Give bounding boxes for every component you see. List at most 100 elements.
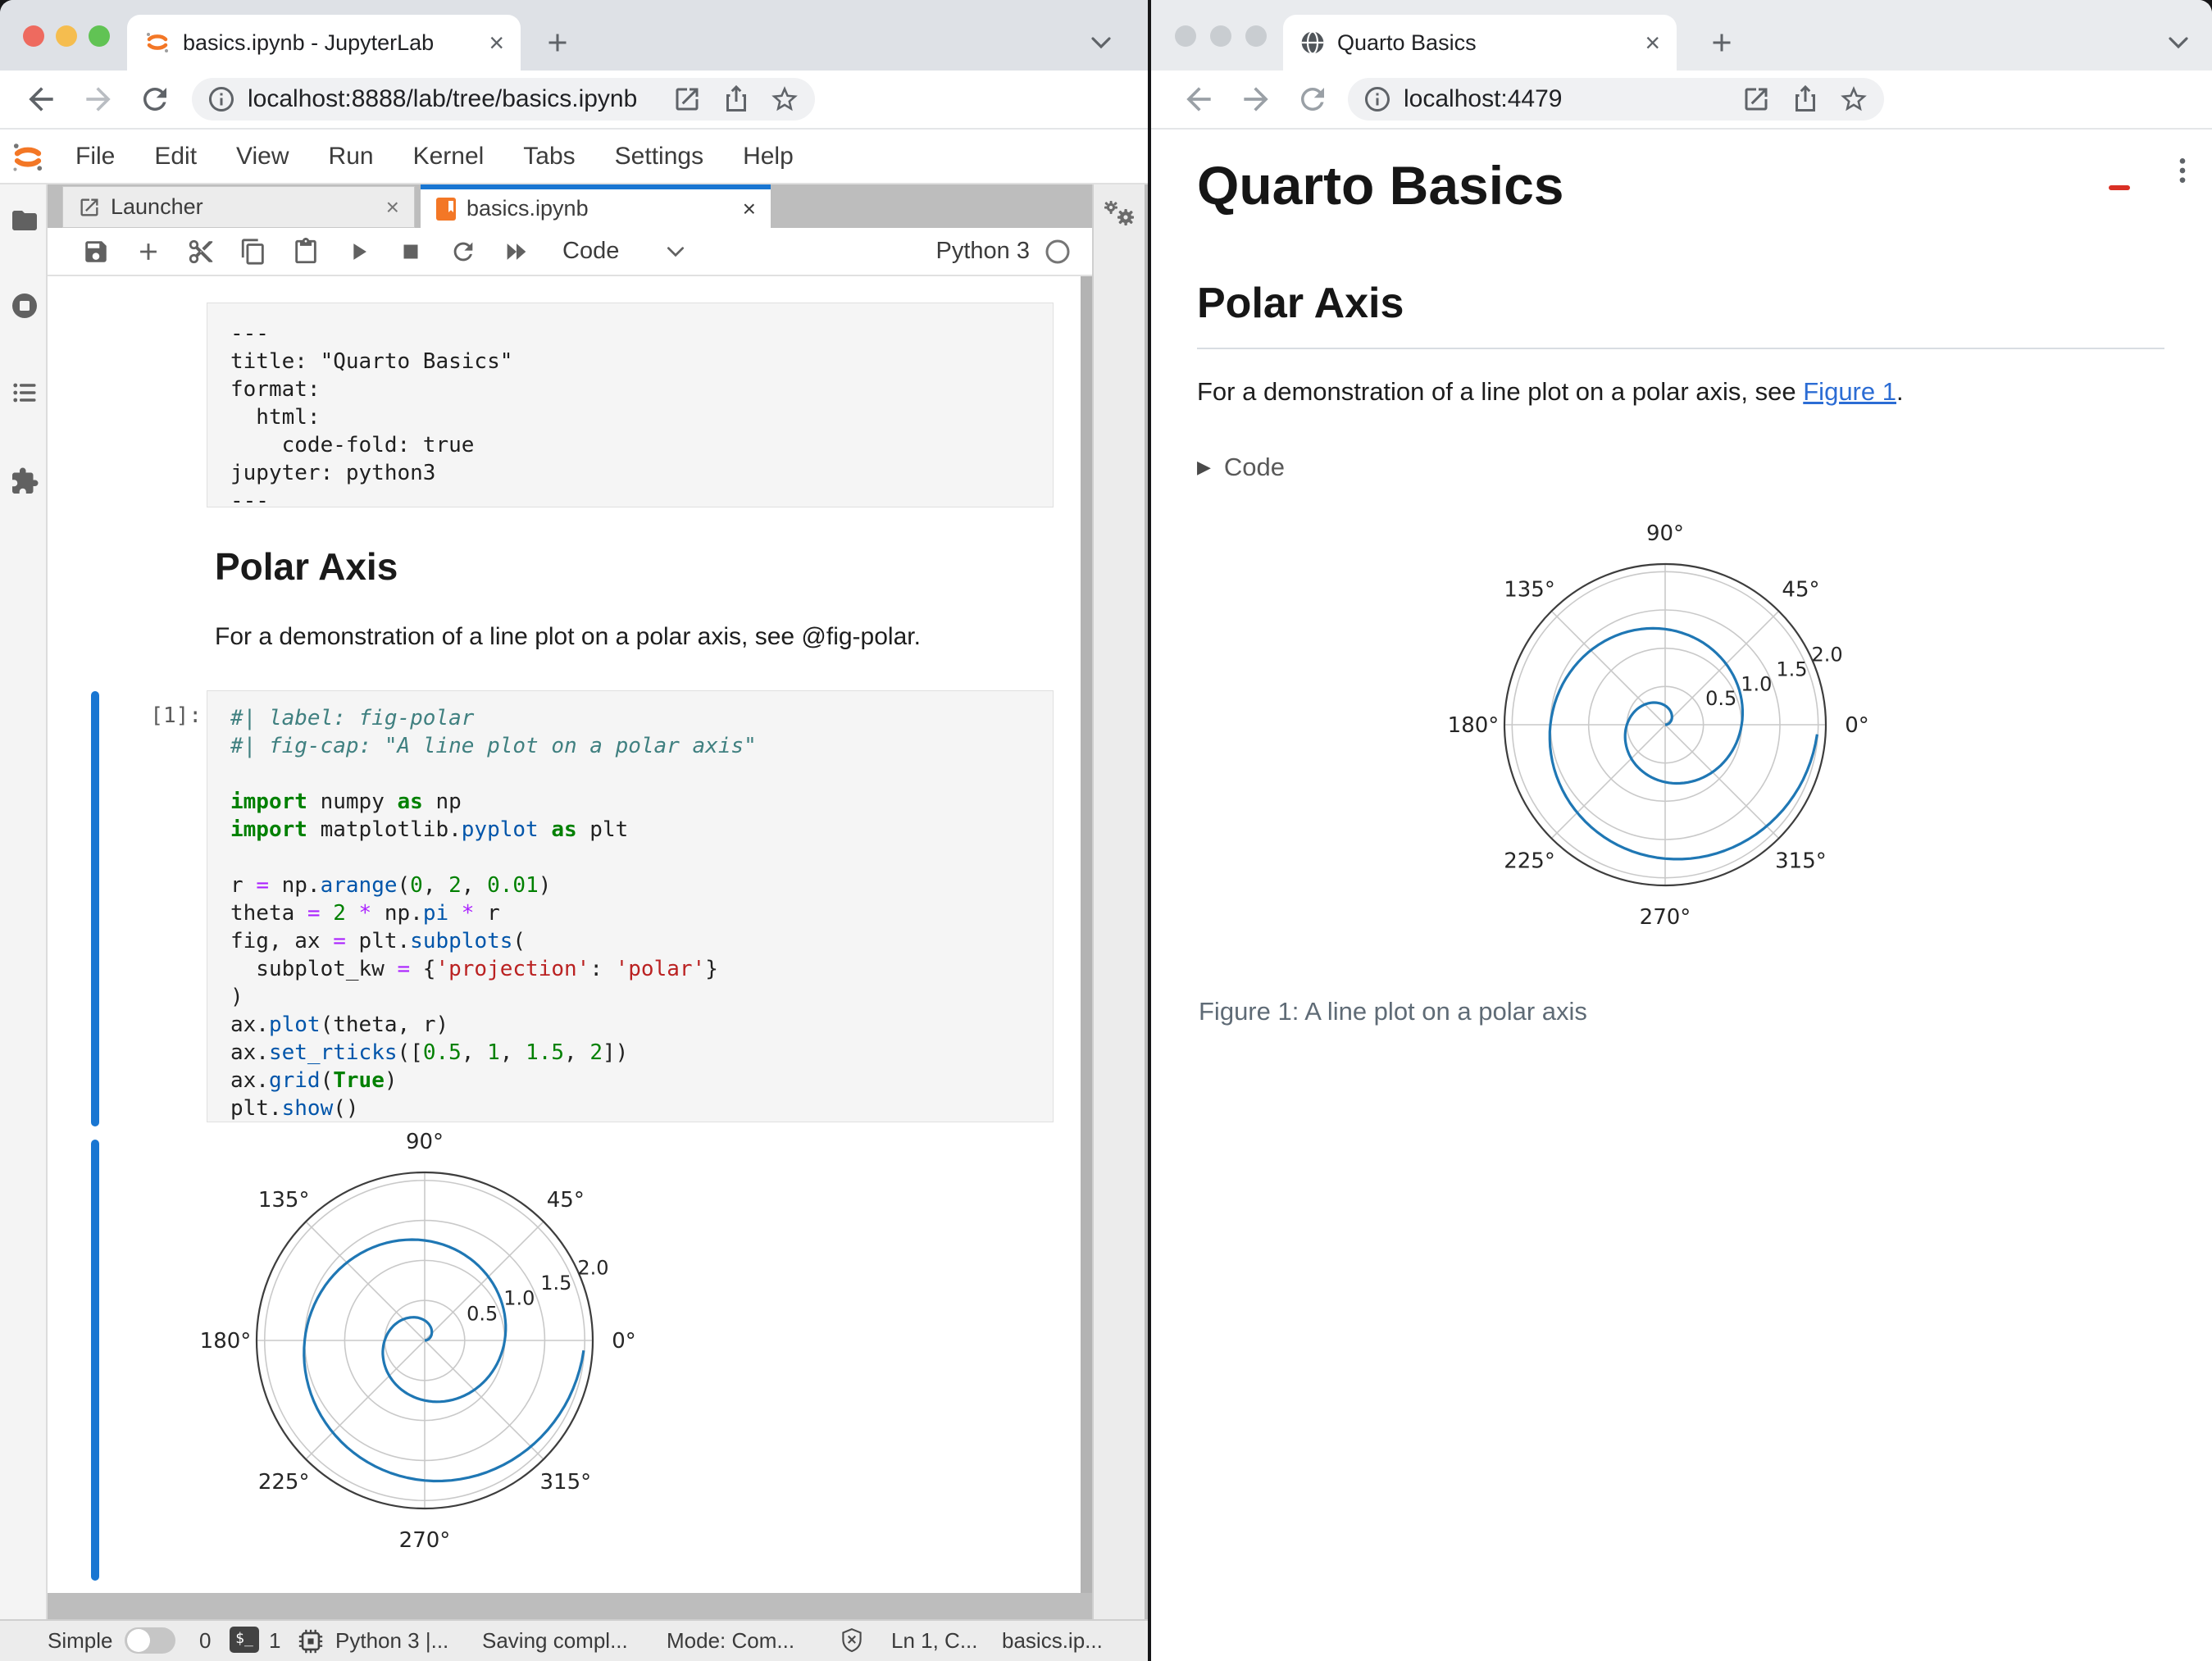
menu-settings[interactable]: Settings [615, 143, 703, 171]
cell-type-chevron-icon[interactable] [665, 243, 686, 260]
forward-icon[interactable] [80, 81, 116, 117]
polar-spoke [305, 1340, 426, 1460]
menu-run[interactable]: Run [329, 143, 374, 171]
reload-icon[interactable] [138, 82, 172, 116]
code-token: r [474, 901, 500, 926]
window-close-button-inactive[interactable] [1175, 25, 1196, 47]
kernel-chip-icon[interactable] [297, 1627, 325, 1655]
tab-notebook[interactable]: basics.ipynb × [421, 189, 771, 228]
kernel-count[interactable]: 1 [269, 1628, 280, 1654]
url-text[interactable]: localhost:8888/lab/tree/basics.ipynb [248, 85, 637, 113]
cursor-position[interactable]: Ln 1, C... [891, 1628, 978, 1654]
theta-tick-label: 135° [1504, 578, 1555, 603]
menu-edit[interactable]: Edit [154, 143, 197, 171]
table-of-contents-icon[interactable] [10, 378, 39, 407]
yaml-line: html: [230, 405, 321, 430]
window-minimize-button-inactive[interactable] [1210, 25, 1231, 47]
copy-cell-icon[interactable] [239, 238, 267, 266]
simple-mode-toggle[interactable] [125, 1627, 175, 1654]
share-icon-2[interactable] [1791, 84, 1820, 114]
code-token: subplot_kw [230, 957, 398, 981]
back-icon-2[interactable] [1181, 81, 1217, 117]
right-sidebar [1092, 184, 1145, 1619]
notebook-scrollbar[interactable] [1081, 276, 1092, 1593]
browser-tab[interactable]: basics.ipynb - JupyterLab × [127, 15, 521, 71]
jupyterlab-menubar: File Edit View Run Kernel Tabs Settings … [0, 130, 1148, 184]
run-cell-icon[interactable] [344, 238, 372, 266]
code-token: np. [268, 873, 321, 898]
address-bar-2[interactable]: localhost:4479 [1348, 78, 1884, 121]
terminal-badge-icon[interactable]: $_ [230, 1627, 259, 1653]
site-info-icon[interactable] [207, 84, 236, 114]
menu-kernel[interactable]: Kernel [413, 143, 485, 171]
url-text-2[interactable]: localhost:4479 [1404, 85, 1562, 113]
code-fold-toggle[interactable]: ▶ Code [1197, 453, 1285, 482]
kernel-name[interactable]: Python 3 [936, 238, 1030, 265]
save-icon[interactable] [82, 238, 110, 266]
site-info-icon-2[interactable] [1363, 84, 1392, 114]
tab-search-chevron-icon-2[interactable] [2166, 33, 2191, 52]
input-collapser[interactable] [91, 691, 99, 1126]
menu-view[interactable]: View [236, 143, 289, 171]
bookmark-star-icon[interactable] [769, 84, 800, 115]
terminal-count[interactable]: 0 [199, 1628, 211, 1654]
running-sessions-icon[interactable] [10, 291, 39, 321]
reload-icon-2[interactable] [1295, 82, 1330, 116]
r-tick-label: 1.0 [503, 1287, 535, 1310]
code-cell-source[interactable]: #| label: fig-polar #| fig-cap: "A line p… [207, 690, 1054, 1122]
restart-kernel-icon[interactable] [449, 238, 477, 266]
tab-close-icon-2[interactable]: × [1636, 30, 1660, 56]
cell-type-select[interactable]: Code [562, 238, 619, 265]
stop-kernel-icon[interactable] [397, 238, 425, 266]
code-token: 2 [333, 901, 346, 926]
new-tab-icon[interactable] [543, 28, 572, 57]
extension-manager-icon[interactable] [10, 466, 39, 496]
trust-shield-icon[interactable] [838, 1627, 866, 1656]
restart-run-all-icon[interactable] [502, 238, 531, 266]
yaml-frontmatter-cell[interactable]: --- title: "Quarto Basics" format: html: c… [207, 303, 1054, 513]
code-token: ) [384, 1068, 398, 1093]
share-icon[interactable] [721, 84, 751, 114]
tab-launcher[interactable]: Launcher × [62, 186, 415, 228]
open-in-new-icon[interactable] [672, 84, 702, 114]
kernel-status-text[interactable]: Python 3 |... [335, 1628, 448, 1654]
menu-help[interactable]: Help [743, 143, 794, 171]
browser-tab-2[interactable]: Quarto Basics × [1283, 15, 1677, 71]
menu-file[interactable]: File [75, 143, 115, 171]
new-tab-icon-2[interactable] [1707, 28, 1736, 57]
yaml-line: jupyter: python3 [230, 461, 436, 485]
menu-tabs[interactable]: Tabs [523, 143, 575, 171]
notebook-tab-close-icon[interactable]: × [735, 197, 756, 221]
window-zoom-button-inactive[interactable] [1245, 25, 1267, 47]
window-close-button[interactable] [23, 25, 44, 47]
kebab-menu-icon-2[interactable] [2166, 152, 2199, 189]
code-token: pyplot [461, 817, 539, 842]
yaml-line: code-fold: true [230, 433, 475, 457]
output-collapser[interactable] [91, 1140, 99, 1581]
forward-icon-2[interactable] [1238, 81, 1274, 117]
property-inspector-gears-icon[interactable] [1101, 199, 1139, 234]
file-browser-icon[interactable] [10, 206, 39, 235]
add-cell-icon[interactable] [134, 238, 162, 266]
tab-search-chevron-icon[interactable] [1089, 33, 1113, 52]
markdown-heading: Polar Axis [215, 545, 398, 588]
back-icon[interactable] [23, 81, 59, 117]
mode-indicator[interactable]: Mode: Com... [667, 1628, 794, 1654]
launcher-tab-close-icon[interactable]: × [378, 195, 399, 219]
address-bar[interactable]: localhost:8888/lab/tree/basics.ipynb [192, 78, 815, 121]
code-token: matplotlib. [307, 817, 462, 842]
code-token: = [397, 957, 411, 981]
window-zoom-button[interactable] [89, 25, 110, 47]
figure-1-link[interactable]: Figure 1 [1803, 377, 1896, 406]
quarto-preview-window: Quarto Basics × localhost:4479 Quarto Ba… [1151, 0, 2212, 1661]
open-in-new-icon-2[interactable] [1741, 84, 1771, 114]
window-minimize-button[interactable] [56, 25, 77, 47]
kernel-status-icon[interactable] [1045, 239, 1071, 265]
cut-cell-icon[interactable] [187, 238, 215, 266]
code-token: plt [576, 817, 629, 842]
tab-close-icon[interactable]: × [480, 30, 504, 56]
paste-cell-icon[interactable] [292, 237, 320, 266]
bookmark-star-icon-2[interactable] [1838, 84, 1869, 115]
